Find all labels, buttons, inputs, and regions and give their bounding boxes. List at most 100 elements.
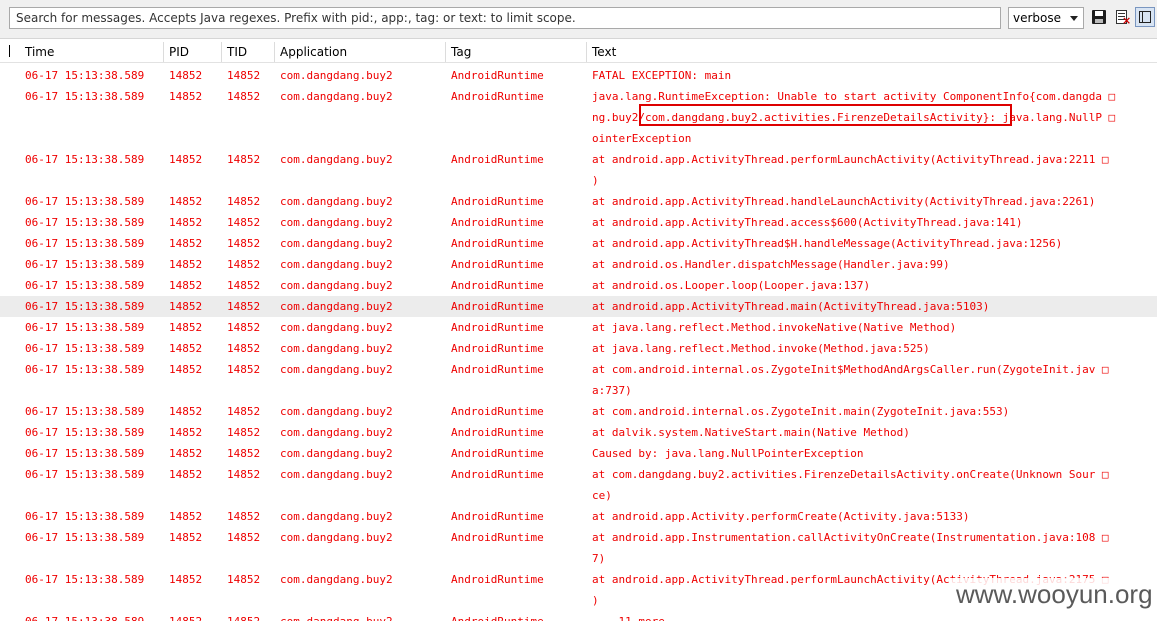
log-tid: 14852: [227, 405, 261, 418]
log-tid: 14852: [227, 279, 261, 292]
column-time[interactable]: Time: [25, 42, 54, 62]
column-tid[interactable]: TID: [227, 42, 247, 62]
log-text: at dalvik.system.NativeStart.main(Native…: [592, 422, 1152, 443]
scroll-lock-icon[interactable]: [1135, 7, 1155, 27]
log-time: 06-17 15:13:38.589: [25, 611, 144, 621]
log-text-line: ce): [592, 489, 612, 502]
log-row[interactable]: 06-17 15:13:38.589 14852 14852 com.dangdang…: [0, 317, 1157, 338]
log-time: 06-17 15:13:38.589: [25, 510, 145, 523]
log-application: com.dangdang.buy2: [280, 573, 393, 586]
log-pid: 14852: [169, 237, 203, 250]
log-text-line: ng.buy2/com.dangdang.buy2.activities.Fir…: [592, 111, 1116, 124]
log-row[interactable]: 06-17 15:13:38.589 14852 14852 com.dangdang…: [0, 401, 1157, 422]
log-row[interactable]: 06-17 15:13:38.589 14852 14852 com.dangdang…: [0, 338, 1157, 359]
log-text: at android.app.ActivityThread$H.handleMe…: [592, 233, 1152, 254]
log-row[interactable]: 06-17 15:13:38.589 14852 14852 com.dangdang…: [0, 275, 1157, 296]
log-text: at com.android.internal.os.ZygoteInit$Me…: [592, 359, 1152, 401]
log-text-line: ... 11 more: [592, 611, 1152, 621]
log-row[interactable]: 06-17 15:13:38.589 14852 14852 com.dangdang…: [0, 611, 1157, 621]
log-tid: 14852: [227, 300, 261, 313]
log-pid: 14852: [169, 447, 203, 460]
log-application: com.dangdang.buy2: [280, 510, 393, 523]
column-text[interactable]: Text: [592, 42, 616, 62]
log-application: com.dangdang.buy2: [280, 153, 393, 166]
log-text-line: at com.android.internal.os.ZygoteInit$Me…: [592, 363, 1109, 376]
log-row[interactable]: 06-17 15:13:38.589 14852 14852 com.dangdang…: [0, 191, 1157, 212]
log-time: 06-17 15:13:38.589: [25, 279, 145, 292]
log-text: at com.android.internal.os.ZygoteInit.ma…: [592, 401, 1152, 422]
log-row[interactable]: 06-17 15:13:38.589 14852 14852 com.dangdang…: [0, 527, 1157, 569]
search-input[interactable]: [9, 7, 1001, 29]
log-table[interactable]: 06-17 15:13:38.589 14852 14852 com.dangdang…: [0, 65, 1157, 621]
log-application: com.dangdang.buy2: [280, 468, 393, 481]
log-time: 06-17 15:13:38.589: [25, 153, 145, 166]
log-row[interactable]: 06-17 15:13:38.589 14852 14852 com.dangdang…: [0, 254, 1157, 275]
log-text-line: a:737): [592, 384, 632, 397]
log-text-line: java.lang.RuntimeException: Unable to st…: [592, 90, 1116, 103]
log-application: com.dangdang.buy2: [280, 300, 393, 313]
log-text: at android.app.ActivityThread.performLau…: [592, 149, 1152, 191]
log-row[interactable]: 06-17 15:13:38.589 14852 14852 com.dangdang…: [0, 359, 1157, 401]
log-row[interactable]: 06-17 15:13:38.589 14852 14852 com.dangdang…: [0, 506, 1157, 527]
log-tid: 14852: [227, 363, 261, 376]
log-tag: AndroidRuntime: [451, 611, 544, 621]
log-row[interactable]: 06-17 15:13:38.589 14852 14852 com.dangdang…: [0, 86, 1157, 149]
log-tid: 14852: [227, 468, 261, 481]
log-row[interactable]: 06-17 15:13:38.589 14852 14852 com.dangdang…: [0, 212, 1157, 233]
clear-log-icon[interactable]: ×: [1113, 8, 1131, 26]
log-text-line: at android.app.ActivityThread$H.handleMe…: [592, 237, 1063, 250]
log-tid: 14852: [227, 611, 260, 621]
log-text-line: at android.app.ActivityThread.access$600…: [592, 216, 1023, 229]
save-icon[interactable]: [1090, 8, 1108, 26]
log-row[interactable]: 06-17 15:13:38.589 14852 14852 com.dangdang…: [0, 149, 1157, 191]
log-row[interactable]: 06-17 15:13:38.589 14852 14852 com.dangdang…: [0, 422, 1157, 443]
log-text-line: at android.app.ActivityThread.performLau…: [592, 153, 1109, 166]
log-row[interactable]: 06-17 15:13:38.589 14852 14852 com.dangdang…: [0, 65, 1157, 86]
log-tag: AndroidRuntime: [451, 258, 544, 271]
log-text-line: 7): [592, 552, 606, 565]
log-tid: 14852: [227, 90, 261, 103]
log-text: at android.app.Instrumentation.callActiv…: [592, 527, 1152, 569]
log-text: ... 11 more: [592, 611, 1152, 621]
log-tag: AndroidRuntime: [451, 195, 544, 208]
log-application: com.dangdang.buy2: [280, 426, 393, 439]
log-tag: AndroidRuntime: [451, 468, 544, 481]
log-tag: AndroidRuntime: [451, 321, 544, 334]
log-row[interactable]: 06-17 15:13:38.589 14852 14852 com.dangdang…: [0, 233, 1157, 254]
log-text: at java.lang.reflect.Method.invoke(Metho…: [592, 338, 1152, 359]
log-pid: 14852: [169, 573, 203, 586]
log-pid: 14852: [169, 405, 203, 418]
log-level-select[interactable]: verbose: [1008, 7, 1084, 29]
log-text: at java.lang.reflect.Method.invokeNative…: [592, 317, 1152, 338]
log-time: 06-17 15:13:38.589: [25, 321, 145, 334]
log-application: com.dangdang.buy2: [280, 531, 393, 544]
log-row[interactable]: 06-17 15:13:38.589 14852 14852 com.dangdang…: [0, 443, 1157, 464]
log-tid: 14852: [227, 258, 261, 271]
log-tag: AndroidRuntime: [451, 573, 544, 586]
log-tid: 14852: [227, 447, 261, 460]
column-tag[interactable]: Tag: [451, 42, 471, 62]
log-tid: 14852: [227, 216, 261, 229]
chevron-down-icon: [1070, 16, 1078, 21]
column-pid[interactable]: PID: [169, 42, 189, 62]
log-application: com.dangdang.buy2: [280, 447, 393, 460]
log-time: 06-17 15:13:38.589: [25, 531, 145, 544]
log-text-line: ointerException: [592, 132, 692, 145]
log-row[interactable]: 06-17 15:13:38.589 14852 14852 com.dangdang…: [0, 464, 1157, 506]
log-tag: AndroidRuntime: [451, 300, 544, 313]
log-time: 06-17 15:13:38.589: [25, 69, 145, 82]
column-application[interactable]: Application: [280, 42, 347, 62]
log-pid: 14852: [169, 426, 203, 439]
log-tid: 14852: [227, 531, 261, 544]
log-text-line: at java.lang.reflect.Method.invokeNative…: [592, 321, 957, 334]
log-tid: 14852: [227, 426, 261, 439]
log-row[interactable]: 06-17 15:13:38.589 14852 14852 com.dangdang…: [0, 296, 1157, 317]
log-text-line: Caused by: java.lang.NullPointerExceptio…: [592, 447, 864, 460]
log-tid: 14852: [227, 153, 261, 166]
log-tag: AndroidRuntime: [451, 531, 544, 544]
header-marker: [9, 45, 10, 57]
log-tag: AndroidRuntime: [451, 405, 544, 418]
log-time: 06-17 15:13:38.589: [25, 237, 145, 250]
log-tid: 14852: [227, 69, 261, 82]
log-pid: 14852: [169, 69, 203, 82]
